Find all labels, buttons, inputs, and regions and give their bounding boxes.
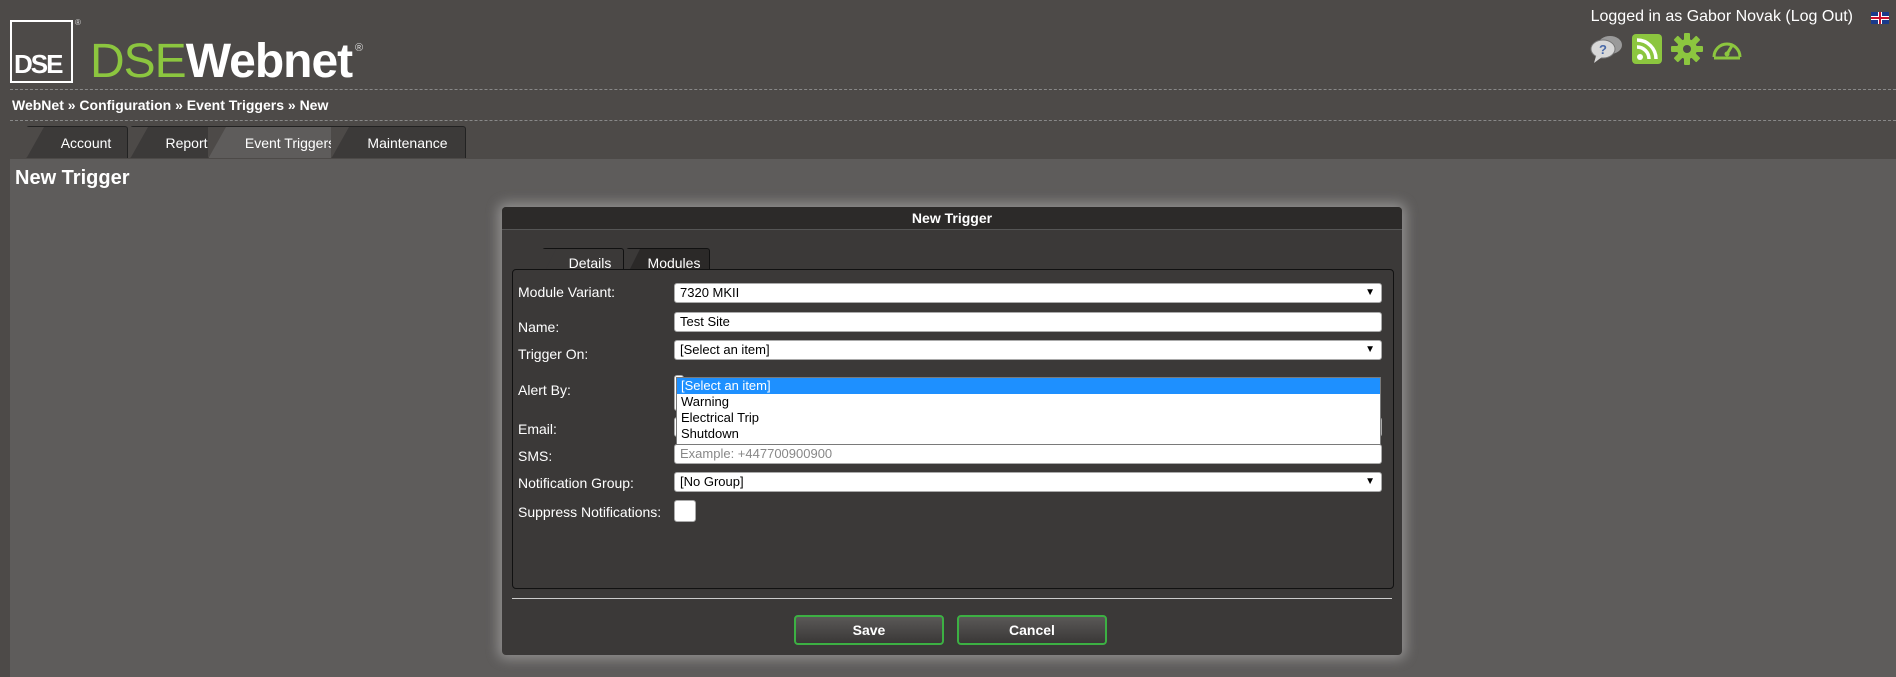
user-prefix: Logged in as Gabor Novak ( xyxy=(1590,8,1791,25)
name-input[interactable]: Test Site xyxy=(674,312,1382,332)
breadcrumb: WebNet » Configuration » Event Triggers … xyxy=(12,97,329,113)
trigger-option[interactable]: Shutdown xyxy=(677,426,1380,442)
uk-flag-icon[interactable] xyxy=(1871,12,1889,24)
panel-title: New Trigger xyxy=(502,207,1402,230)
save-button[interactable]: Save xyxy=(794,615,944,645)
trigger-on-label: Trigger On: xyxy=(518,346,589,362)
trigger-on-dropdown: [Select an item] Warning Electrical Trip… xyxy=(676,377,1381,445)
tab-label: Reports xyxy=(165,135,215,151)
tab-maintenance[interactable]: Maintenance xyxy=(331,126,466,159)
user-suffix: ) xyxy=(1847,8,1853,25)
suppress-notifications-checkbox[interactable] xyxy=(674,500,696,522)
name-label: Name: xyxy=(518,319,560,335)
dropdown-arrow-icon: ▼ xyxy=(1365,476,1375,487)
email-label: Email: xyxy=(518,421,557,437)
logged-in-status: Logged in as Gabor Novak (Log Out) xyxy=(1591,8,1853,26)
cancel-button[interactable]: Cancel xyxy=(957,615,1107,645)
dropdown-arrow-icon: ▼ xyxy=(1365,287,1375,298)
page-title: New Trigger xyxy=(15,167,130,189)
notification-group-select[interactable]: [No Group] ▼ xyxy=(674,472,1382,492)
rss-feed-icon[interactable] xyxy=(1630,32,1664,66)
brand-registered-mark: ® xyxy=(355,42,364,54)
trigger-option[interactable]: Electrical Trip xyxy=(677,410,1380,426)
suppress-notifications-label: Suppress Notifications: xyxy=(518,504,662,520)
brand-webnet: Webnet xyxy=(185,35,353,88)
logo-text: DSE xyxy=(14,49,63,79)
alert-by-label: Alert By: xyxy=(518,382,571,398)
tab-label: Maintenance xyxy=(367,135,448,151)
dashboard-gauge-icon[interactable] xyxy=(1710,32,1744,66)
svg-text:?: ? xyxy=(1599,42,1607,57)
brand-dse: DSE xyxy=(90,35,187,88)
trigger-option[interactable]: Warning xyxy=(677,394,1380,410)
logo-registered-mark: ® xyxy=(75,18,81,27)
notification-group-value: [No Group] xyxy=(680,474,744,489)
module-variant-label: Module Variant: xyxy=(518,284,616,300)
module-variant-value: 7320 MKII xyxy=(680,285,740,300)
form-separator xyxy=(512,598,1392,599)
trigger-option[interactable]: [Select an item] xyxy=(677,378,1380,394)
tab-account[interactable]: Account xyxy=(26,126,128,159)
brand-wordmark: DSEWebnet xyxy=(90,35,353,88)
module-variant-select[interactable]: 7320 MKII ▼ xyxy=(674,283,1382,303)
tab-label: Event Triggers xyxy=(244,135,336,151)
logout-link[interactable]: Log Out xyxy=(1791,8,1848,25)
details-form: Module Variant: 7320 MKII ▼ Name: Test S… xyxy=(512,269,1394,589)
header-divider xyxy=(10,89,1896,90)
notification-group-label: Notification Group: xyxy=(518,475,634,491)
dropdown-arrow-icon: ▼ xyxy=(1365,344,1375,355)
sms-input[interactable]: Example: +447700900900 xyxy=(674,444,1382,464)
help-chat-icon[interactable]: ? xyxy=(1590,32,1624,66)
breadcrumb-divider xyxy=(10,120,1896,121)
sms-label: SMS: xyxy=(518,448,553,464)
new-trigger-panel: New Trigger Details Modules Module Varia… xyxy=(502,207,1402,655)
trigger-on-value: [Select an item] xyxy=(680,342,770,357)
dse-logo: DSE xyxy=(10,20,73,83)
trigger-on-select[interactable]: [Select an item] ▼ xyxy=(674,340,1382,360)
tab-label: Account xyxy=(60,135,112,151)
settings-gear-icon[interactable] xyxy=(1670,32,1704,66)
